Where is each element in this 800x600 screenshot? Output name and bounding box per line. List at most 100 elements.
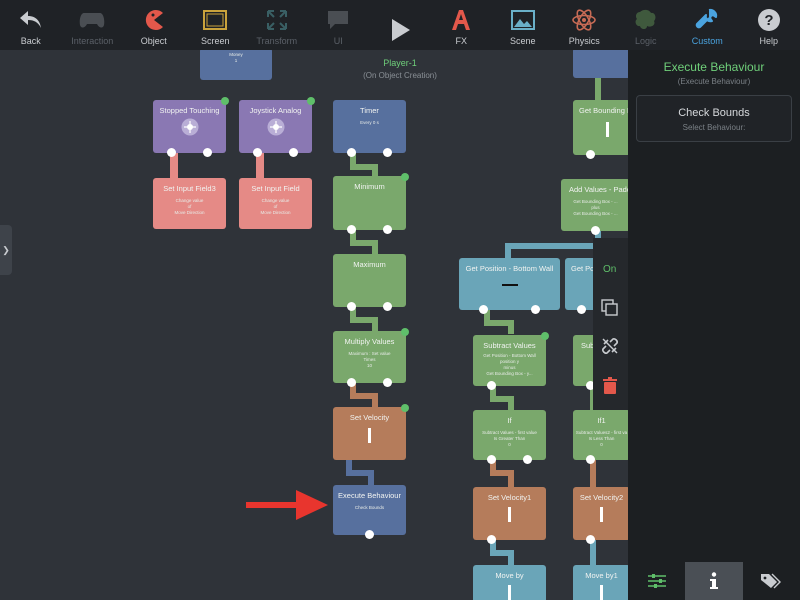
node-stopped-touching[interactable]: Stopped Touching: [153, 97, 229, 157]
canvas-side-handle[interactable]: ❯: [0, 225, 12, 275]
output-port[interactable]: [383, 148, 392, 157]
tab-tags[interactable]: [743, 562, 800, 600]
node-money[interactable]: Money 1: [200, 50, 272, 80]
toolbar-custom[interactable]: Custom: [677, 0, 739, 50]
node-title: If1: [597, 416, 606, 425]
output-port[interactable]: [586, 535, 595, 544]
node-joystick-analog[interactable]: Joystick Analog: [239, 97, 315, 157]
toolbar-physics[interactable]: Physics: [554, 0, 616, 50]
node-get-bounding-box[interactable]: Get Bounding B: [573, 100, 628, 159]
node-move-by1[interactable]: Move by1: [573, 565, 628, 600]
toolbar-screen[interactable]: Screen: [185, 0, 247, 50]
node-move-by[interactable]: Move by: [473, 565, 546, 600]
node-context-menu: On: [593, 238, 628, 410]
duplicate-icon[interactable]: [600, 298, 620, 318]
wire: [170, 153, 178, 180]
node-if1[interactable]: If1 Subtract Values2 - first va Is Less …: [573, 410, 628, 464]
output-port[interactable]: [487, 381, 496, 390]
brain-icon: [633, 7, 659, 33]
wire: [508, 396, 514, 410]
app-window: Back Interaction Object Screen Transform: [0, 0, 800, 600]
panel-title: Execute Behaviour: [663, 60, 765, 74]
output-port[interactable]: [167, 148, 176, 157]
toolbar-play[interactable]: [369, 0, 431, 50]
toolbar-scene[interactable]: Scene: [492, 0, 554, 50]
toolbar-object[interactable]: Object: [123, 0, 185, 50]
toolbar-help[interactable]: ? Help: [738, 0, 800, 50]
node-maximum[interactable]: Maximum: [333, 254, 406, 311]
output-port[interactable]: [531, 305, 540, 314]
node-set-input-field[interactable]: Set Input Field Change value of Move Dir…: [239, 178, 312, 229]
node-title: If: [507, 416, 512, 425]
output-port[interactable]: [586, 455, 595, 464]
node-minimum[interactable]: Minimum: [333, 173, 409, 234]
node-subtract-values[interactable]: Subtract Values Get Position - Bottom Wa…: [473, 332, 549, 390]
output-port[interactable]: [347, 148, 356, 157]
node-title: Execute Behaviour: [338, 491, 401, 500]
node-title: Set Velocity2: [579, 493, 624, 502]
output-port[interactable]: [383, 302, 392, 311]
select-behaviour-button[interactable]: Check Bounds Select Behaviour:: [636, 95, 792, 142]
output-port[interactable]: [253, 148, 262, 157]
node-execute-behaviour[interactable]: Execute Behaviour Check Bounds: [333, 485, 406, 539]
wrench-icon: [694, 7, 720, 33]
node-if[interactable]: If Subtract Values - first value Is Grea…: [473, 410, 546, 464]
toolbar-ui[interactable]: UI: [308, 0, 370, 50]
node-title: Add Values - Padd: [569, 185, 628, 194]
output-port[interactable]: [365, 530, 374, 539]
node-timer[interactable]: Timer Every 0 s: [333, 100, 406, 157]
enabled-check-icon: [307, 97, 315, 105]
wire: [372, 164, 378, 176]
output-port[interactable]: [203, 148, 212, 157]
output-port[interactable]: [347, 302, 356, 311]
output-port[interactable]: [586, 150, 595, 159]
node-title: Subtract Values: [483, 341, 536, 350]
output-port[interactable]: [383, 378, 392, 387]
output-port[interactable]: [479, 305, 488, 314]
node-add-values[interactable]: Add Values - Padd Get Bounding Box - ...…: [561, 179, 628, 235]
value-indicator: [600, 585, 603, 600]
node-title: Stopped Touching: [159, 106, 220, 115]
joystick-icon: [267, 118, 285, 136]
tab-settings[interactable]: [628, 562, 685, 600]
trash-icon[interactable]: [600, 376, 620, 396]
node-title: Timer: [360, 106, 379, 115]
output-port[interactable]: [523, 455, 532, 464]
toolbar-logic[interactable]: Logic: [615, 0, 677, 50]
wire: [508, 320, 514, 334]
svg-text:?: ?: [764, 12, 773, 29]
toolbar-transform[interactable]: Transform: [246, 0, 308, 50]
node-set-velocity[interactable]: Set Velocity: [333, 404, 409, 460]
toggle-on-button[interactable]: On: [603, 264, 616, 275]
node-title: Set Velocity: [349, 413, 390, 422]
output-port[interactable]: [577, 305, 586, 314]
node-set-velocity1[interactable]: Set Velocity1: [473, 487, 546, 544]
output-port[interactable]: [347, 378, 356, 387]
toolbar-label: FX: [455, 36, 467, 46]
value-indicator: [605, 122, 609, 137]
behaviour-canvas[interactable]: Player-1 (On Object Creation) Money 1 St…: [0, 50, 628, 600]
node-set-input-field3[interactable]: Set Input Field3 Change value of Move Di…: [153, 178, 226, 229]
node-get-position-bottom-wall[interactable]: Get Position - Bottom Wall: [459, 258, 560, 314]
enabled-check-icon: [541, 332, 549, 340]
output-port[interactable]: [591, 226, 600, 235]
output-port[interactable]: [487, 535, 496, 544]
node-set-velocity2[interactable]: Set Velocity2: [573, 487, 628, 544]
expand-arrows-icon: [264, 7, 290, 33]
toolbar-interaction[interactable]: Interaction: [62, 0, 124, 50]
output-port[interactable]: [383, 225, 392, 234]
node-description: Every 0 s: [360, 120, 379, 125]
output-port[interactable]: [289, 148, 298, 157]
enabled-check-icon: [221, 97, 229, 105]
node-multiply-values[interactable]: Multiply Values Maximum : Set value Time…: [333, 328, 409, 387]
wire: [505, 243, 511, 259]
toolbar-back[interactable]: Back: [0, 0, 62, 50]
output-port[interactable]: [347, 225, 356, 234]
output-port[interactable]: [487, 455, 496, 464]
tab-info[interactable]: [685, 562, 743, 600]
toolbar-label: Custom: [691, 36, 723, 46]
node-top-right-stub[interactable]: [573, 50, 628, 78]
pacman-icon: [141, 7, 167, 33]
toolbar-fx[interactable]: FX: [431, 0, 493, 50]
unlink-icon[interactable]: [600, 336, 620, 356]
